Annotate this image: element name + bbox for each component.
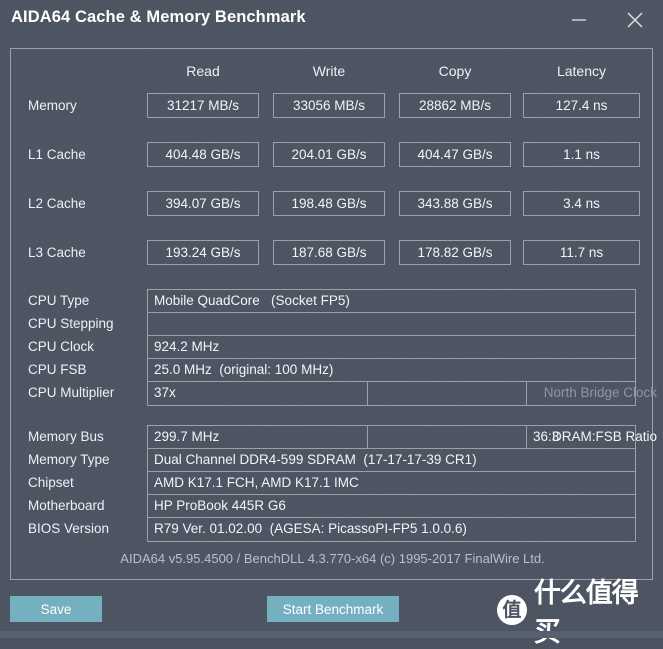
main-panel: Read Write Copy Latency Memory 31217 MB/… — [10, 48, 657, 580]
info-value-cpu-multiplier: 37x — [154, 385, 176, 400]
info-value-cpu-fsb: 25.0 MHz (original: 100 MHz) — [154, 362, 334, 377]
info-row-memory-type: Dual Channel DDR4-599 SDRAM (17-17-17-39… — [148, 449, 635, 472]
info-label-memory-bus: Memory Bus — [28, 429, 104, 444]
north-bridge-clock-value-box — [526, 382, 635, 405]
info-label-cpu-clock: CPU Clock — [28, 339, 95, 354]
dram-fsb-ratio-value-box: 36:3 — [526, 426, 635, 449]
info-value-bios-version: R79 Ver. 01.02.00 (AGESA: PicassoPI-FP5 … — [154, 521, 467, 536]
column-header-copy: Copy — [438, 63, 472, 79]
start-benchmark-button[interactable]: Start Benchmark — [267, 596, 399, 622]
bench-l3-read: 193.24 GB/s — [147, 240, 259, 265]
info-value-dram-fsb-ratio: 36:3 — [533, 429, 560, 444]
info-label-bios-version: BIOS Version — [28, 521, 110, 536]
info-label-cpu-type: CPU Type — [28, 293, 90, 308]
watermark-logo-icon: 值 — [497, 595, 527, 625]
bench-l2-read: 394.07 GB/s — [147, 191, 259, 216]
bench-memory-write: 33056 MB/s — [273, 93, 385, 118]
column-header-write: Write — [312, 63, 346, 79]
bottom-strip — [0, 631, 663, 638]
bench-l1-read: 404.48 GB/s — [147, 142, 259, 167]
aida64-window: AIDA64 Cache & Memory Benchmark Read Wri… — [0, 0, 663, 648]
bench-row-label-l3: L3 Cache — [28, 245, 86, 260]
info-row-cpu-stepping — [148, 313, 635, 336]
column-header-latency: Latency — [556, 63, 607, 79]
info-value-cpu-type: Mobile QuadCore (Socket FP5) — [154, 293, 350, 308]
info-row-cpu-multiplier: 37x North Bridge Clock — [148, 382, 657, 405]
bench-l1-write: 204.01 GB/s — [273, 142, 385, 167]
info-row-cpu-clock: 924.2 MHz — [148, 336, 635, 359]
watermark: 值 什么值得买 — [497, 574, 663, 648]
info-value-memory-bus: 299.7 MHz — [154, 429, 220, 444]
info-value-memory-type: Dual Channel DDR4-599 SDRAM (17-17-17-39… — [154, 452, 477, 467]
minimize-icon — [572, 19, 586, 21]
bench-memory-copy: 28862 MB/s — [399, 93, 511, 118]
bench-l1-latency: 1.1 ns — [523, 142, 640, 167]
info-label-memory-type: Memory Type — [28, 452, 110, 467]
info-label-cpu-stepping: CPU Stepping — [28, 316, 114, 331]
version-note: AIDA64 v5.95.4500 / BenchDLL 4.3.770-x64… — [120, 551, 545, 566]
save-button[interactable]: Save — [10, 596, 102, 622]
info-row-chipset: AMD K17.1 FCH, AMD K17.1 IMC — [148, 472, 635, 495]
bench-l2-write: 198.48 GB/s — [273, 191, 385, 216]
info-row-cpu-type: Mobile QuadCore (Socket FP5) — [148, 290, 635, 313]
bench-l2-copy: 343.88 GB/s — [399, 191, 511, 216]
minimize-button[interactable] — [565, 6, 593, 32]
bench-l3-copy: 178.82 GB/s — [399, 240, 511, 265]
info-label-cpu-fsb: CPU FSB — [28, 362, 87, 377]
bench-l3-latency: 11.7 ns — [523, 240, 640, 265]
column-header-read: Read — [186, 63, 220, 79]
info-row-cpu-fsb: 25.0 MHz (original: 100 MHz) — [148, 359, 635, 382]
titlebar: AIDA64 Cache & Memory Benchmark — [0, 0, 663, 40]
info-row-motherboard: HP ProBook 445R G6 — [148, 495, 635, 518]
bench-row-label-l2: L2 Cache — [28, 196, 86, 211]
bench-row-label-memory: Memory — [28, 98, 77, 113]
info-value-cpu-clock: 924.2 MHz — [154, 339, 220, 354]
info-label-motherboard: Motherboard — [28, 498, 105, 513]
info-value-chipset: AMD K17.1 FCH, AMD K17.1 IMC — [154, 475, 359, 490]
info-row-bios-version: R79 Ver. 01.02.00 (AGESA: PicassoPI-FP5 … — [148, 518, 635, 541]
memory-info-table: 299.7 MHz DRAM:FSB Ratio 36:3 Dual Chann… — [147, 425, 657, 542]
info-label-chipset: Chipset — [28, 475, 74, 490]
bench-memory-read: 31217 MB/s — [147, 93, 259, 118]
info-label-cpu-multiplier: CPU Multiplier — [28, 385, 115, 400]
bench-l3-write: 187.68 GB/s — [273, 240, 385, 265]
bench-row-label-l1: L1 Cache — [28, 147, 86, 162]
bench-memory-latency: 127.4 ns — [523, 93, 640, 118]
info-value-motherboard: HP ProBook 445R G6 — [154, 498, 286, 513]
bench-l1-copy: 404.47 GB/s — [399, 142, 511, 167]
info-row-memory-bus: 299.7 MHz DRAM:FSB Ratio 36:3 — [148, 426, 657, 449]
cpu-info-table: Mobile QuadCore (Socket FP5) 924.2 MHz 2… — [147, 289, 657, 406]
window-title: AIDA64 Cache & Memory Benchmark — [11, 8, 306, 26]
close-icon — [627, 12, 643, 28]
close-button[interactable] — [621, 6, 649, 32]
bench-l2-latency: 3.4 ns — [523, 191, 640, 216]
